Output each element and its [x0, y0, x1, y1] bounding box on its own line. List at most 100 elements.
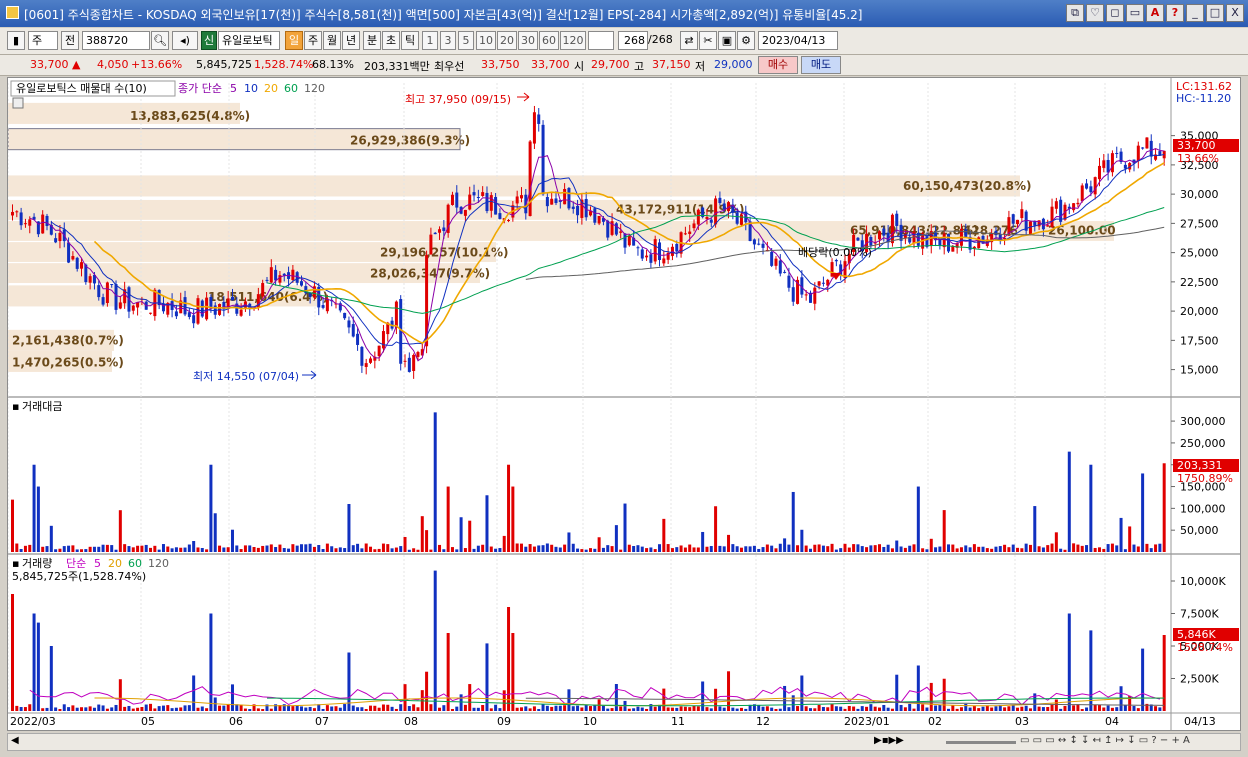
- candle: [714, 198, 718, 225]
- save-icon[interactable]: ▣: [718, 31, 736, 50]
- candle: [1072, 203, 1076, 211]
- help-icon[interactable]: ?: [1166, 4, 1184, 22]
- font-icon[interactable]: A: [1146, 4, 1164, 22]
- chart-canvas[interactable]: 13,883,625(4.8%) 26,929,386(9.3%) 60,150,4…: [8, 78, 1240, 730]
- minute-3-button[interactable]: 3: [440, 31, 456, 50]
- compare-icon[interactable]: ⇄: [680, 31, 698, 50]
- amount-bar: [101, 544, 105, 552]
- period-week-tab[interactable]: 주: [304, 31, 322, 50]
- candle: [356, 333, 360, 345]
- minute-20-button[interactable]: 20: [497, 31, 517, 50]
- volume-bar: [670, 707, 674, 711]
- period-second-tab[interactable]: 초: [382, 31, 400, 50]
- candle: [1106, 159, 1110, 173]
- chart-area[interactable]: 13,883,625(4.8%) 26,929,386(9.3%) 60,150,4…: [7, 77, 1241, 731]
- scroll-bar[interactable]: ◀ ▶▪▶▶ ▭ ▭ ▭ ↔ ↕ ↧ ↤ ↥ ↦ ↧ ▭ ? − + A: [7, 733, 1241, 751]
- link-icon[interactable]: ⧉: [1066, 4, 1084, 22]
- chart-type-icon[interactable]: ▮: [7, 31, 25, 50]
- amount-bar: [649, 547, 653, 552]
- period-month-tab[interactable]: 월: [323, 31, 341, 50]
- candle: [261, 283, 265, 297]
- screen-icon[interactable]: ▭: [1126, 4, 1144, 22]
- amount-bar: [800, 529, 804, 552]
- custom-period-input[interactable]: [588, 31, 614, 50]
- amount-bar: [865, 547, 869, 552]
- amount-bar: [1024, 543, 1028, 552]
- candle: [11, 211, 14, 216]
- volume-bar: [675, 707, 679, 711]
- volume-bar: [308, 706, 312, 711]
- period-day-tab[interactable]: 일: [285, 31, 303, 50]
- date-input[interactable]: 2023/04/13: [758, 31, 838, 50]
- scroll-left-icon[interactable]: ◀: [11, 735, 19, 746]
- amount-bar: [813, 544, 817, 552]
- amount-bar: [287, 548, 291, 552]
- candle: [1020, 209, 1024, 219]
- period-minute-tab[interactable]: 분: [363, 31, 381, 50]
- amount-bar: [787, 544, 791, 552]
- minute-30-button[interactable]: 30: [518, 31, 538, 50]
- volume-pct: 1,528.74%: [254, 58, 314, 71]
- grid-toggle-icon[interactable]: [12, 97, 24, 109]
- amount-bar: [593, 548, 597, 552]
- period-year-tab[interactable]: 년: [342, 31, 360, 50]
- candle: [528, 141, 532, 217]
- amount-bar: [804, 545, 808, 552]
- volume-ma-120: 120: [148, 557, 169, 570]
- candle: [394, 301, 398, 328]
- trading-amount: 203,331백만: [364, 60, 430, 73]
- prev-button[interactable]: 전: [61, 31, 79, 50]
- amount-bar: [330, 546, 334, 552]
- volume-bar: [49, 646, 53, 711]
- amount-bar: [364, 543, 368, 552]
- amount-bar: [343, 548, 347, 552]
- search-icon[interactable]: 🔍︎: [151, 31, 169, 50]
- volume-bar: [455, 706, 459, 711]
- window-icon[interactable]: ◻: [1106, 4, 1124, 22]
- minute-120-button[interactable]: 120: [560, 31, 586, 50]
- current-price: 33,700: [30, 58, 69, 71]
- amount-bar: [58, 548, 62, 552]
- amount-bar: [852, 544, 856, 552]
- minimize-button[interactable]: _: [1186, 4, 1204, 22]
- volume-bar: [563, 705, 567, 711]
- candle: [149, 312, 153, 314]
- amount-bar: [1119, 517, 1123, 552]
- minute-60-button[interactable]: 60: [539, 31, 559, 50]
- play-icon[interactable]: ▶▪▶▶: [874, 735, 904, 746]
- close-button[interactable]: X: [1226, 4, 1244, 22]
- minute-10-button[interactable]: 10: [476, 31, 496, 50]
- speaker-icon[interactable]: ◂): [172, 31, 198, 50]
- minute-1-button[interactable]: 1: [422, 31, 438, 50]
- amount-bar: [67, 545, 71, 552]
- tools-icon[interactable]: ✂: [699, 31, 717, 50]
- best-ask: 33,750: [481, 58, 520, 71]
- favorite-icon[interactable]: ♡: [1086, 4, 1104, 22]
- period-tick-tab[interactable]: 틱: [401, 31, 419, 50]
- count-input[interactable]: 268: [618, 31, 648, 50]
- market-select[interactable]: 주: [28, 31, 58, 50]
- volume-bar: [92, 707, 96, 711]
- minute-5-button[interactable]: 5: [458, 31, 474, 50]
- maximize-button[interactable]: □: [1206, 4, 1224, 22]
- volume-bar: [269, 708, 273, 711]
- volume-profile-band: [8, 175, 1020, 197]
- candle: [662, 258, 666, 264]
- candle: [515, 196, 519, 204]
- buy-button[interactable]: 매수: [758, 56, 798, 74]
- settings-icon[interactable]: ⚙: [737, 31, 755, 50]
- amount-bar: [601, 547, 605, 552]
- sell-button[interactable]: 매도: [801, 56, 841, 74]
- volume-bar: [321, 708, 325, 711]
- volume-bar: [808, 708, 812, 711]
- volume-bar: [1072, 705, 1076, 711]
- candle: [739, 214, 743, 225]
- stock-code-input[interactable]: 388720: [82, 31, 150, 50]
- amount-bar: [144, 544, 148, 552]
- candle: [770, 252, 774, 266]
- low-price: 29,000: [714, 58, 753, 71]
- volume-bar: [679, 706, 683, 711]
- drawing-tools-icon[interactable]: ▭ ▭ ▭ ↔ ↕ ↧ ↤ ↥ ↦ ↧ ▭ ? − + A: [1020, 735, 1190, 746]
- zoom-slider[interactable]: [946, 741, 1016, 744]
- volume-bar: [632, 708, 636, 711]
